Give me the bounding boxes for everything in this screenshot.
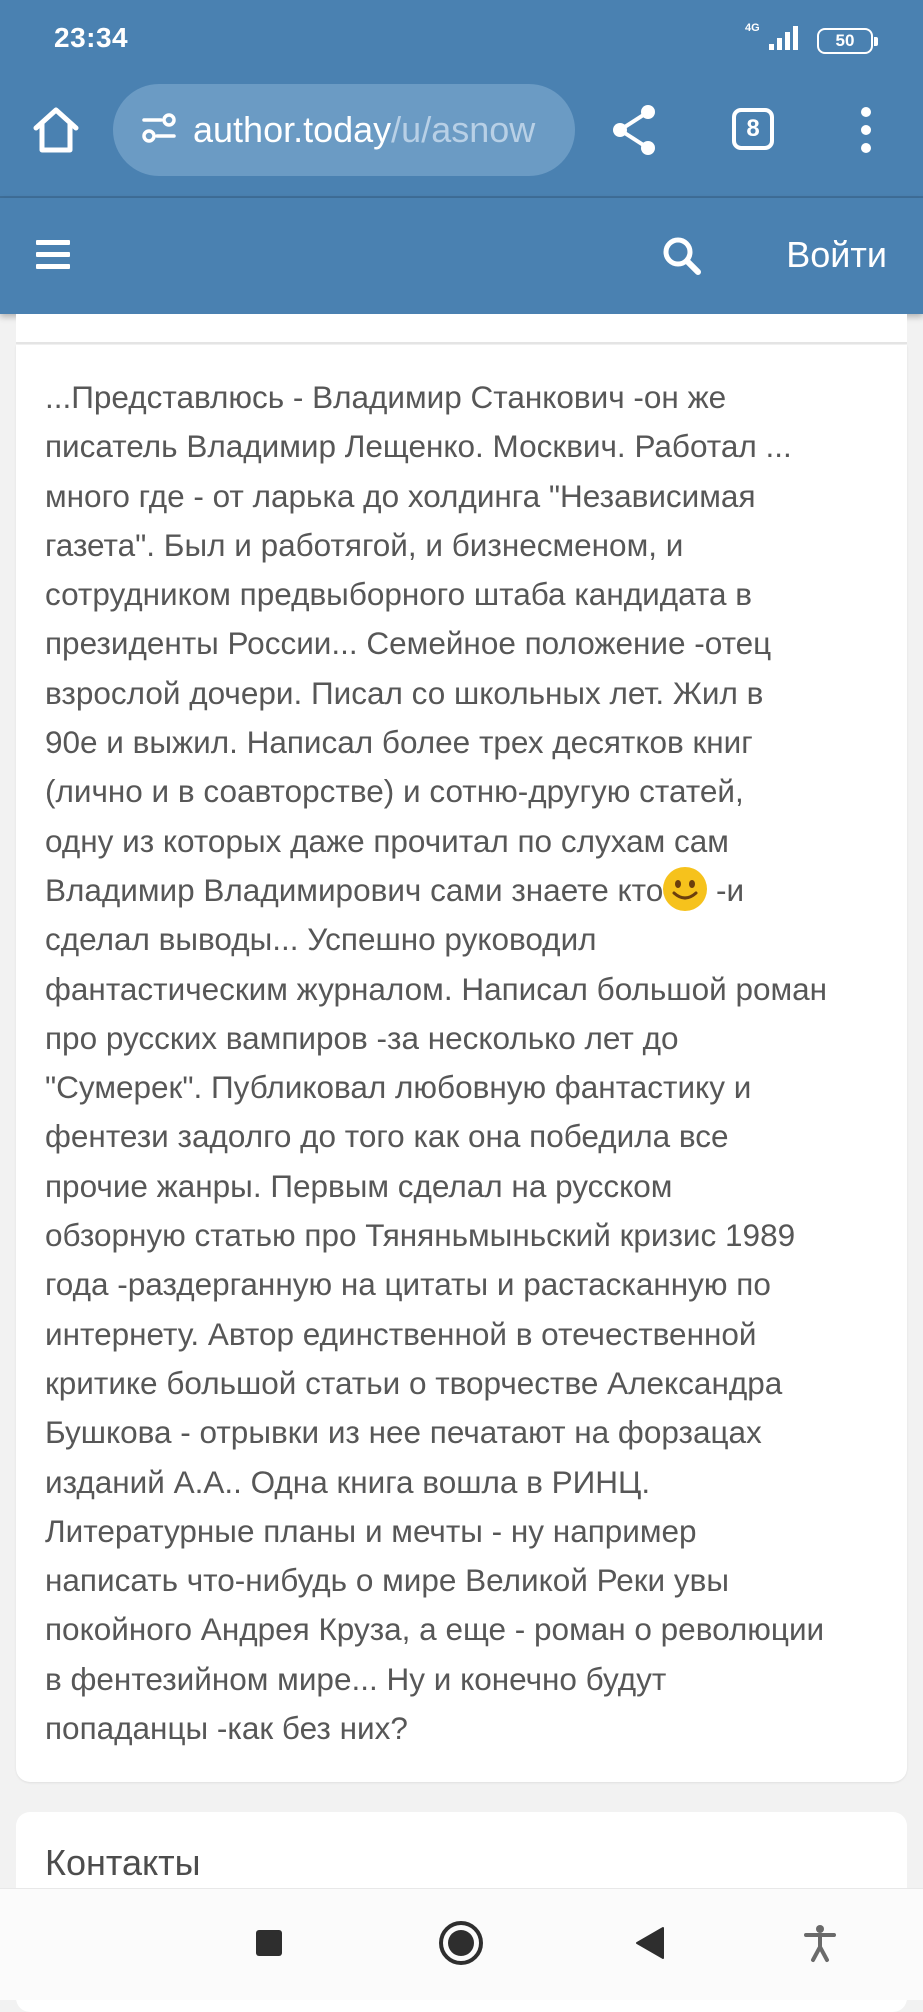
share-icon[interactable] — [610, 102, 660, 158]
bio-text: ...Представлюсь - Владимир Станкович -он… — [45, 373, 900, 1753]
hamburger-icon[interactable] — [36, 240, 70, 270]
search-icon[interactable] — [660, 234, 704, 278]
status-bar: 23:34 4G 50 — [0, 0, 923, 80]
status-time: 23:34 — [54, 22, 129, 53]
bio-card: ...Представлюсь - Владимир Станкович -он… — [16, 345, 907, 1782]
url-text[interactable]: author.today/u/asnow — [193, 109, 535, 151]
contacts-title: Контакты — [45, 1842, 201, 1883]
address-bar[interactable]: author.today/u/asnow — [113, 84, 575, 176]
site-header: Войти — [0, 198, 923, 314]
signal-icon: 4G — [745, 22, 803, 57]
more-vert-icon[interactable] — [854, 102, 878, 158]
bio-text-part1: ...Представлюсь - Владимир Станкович -он… — [45, 379, 792, 908]
battery-icon: 50 — [817, 27, 878, 54]
login-button[interactable]: Войти — [786, 232, 887, 278]
url-path: /u/asnow — [391, 109, 536, 150]
site-settings-icon[interactable] — [141, 110, 177, 151]
smile-emoji-icon — [663, 866, 708, 911]
home-icon[interactable] — [28, 102, 84, 158]
card-header-strip — [16, 314, 907, 344]
battery-level: 50 — [835, 30, 855, 50]
home-circle-icon[interactable] — [431, 1913, 491, 1973]
tab-count: 8 — [746, 115, 760, 142]
url-host: author.today — [193, 109, 392, 150]
browser-toolbar: author.today/u/asnow 8 — [0, 80, 923, 198]
recents-square-icon[interactable] — [239, 1913, 299, 1973]
system-nav-bar — [0, 1888, 923, 2000]
back-triangle-icon[interactable] — [620, 1913, 680, 1973]
bio-text-part2: -и сделал выводы... Успешно руководил фа… — [45, 871, 828, 1747]
accessibility-icon[interactable] — [790, 1913, 850, 1973]
status-indicators: 4G 50 — [745, 22, 878, 57]
tabs-icon[interactable]: 8 — [732, 108, 774, 150]
network-type: 4G — [745, 22, 760, 34]
